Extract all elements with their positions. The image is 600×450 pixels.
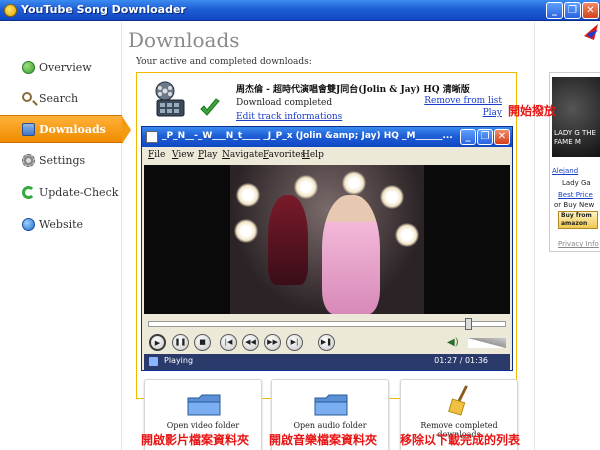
sidebar-item-label: Downloads [39,123,106,136]
playback-time: 01:27 / 01:36 [434,356,488,365]
broom-icon [448,385,468,416]
annotation-open-video: 開啟影片檔案資料夾 [141,433,250,447]
brand-logo-icon [584,24,598,40]
menu-help[interactable]: Help [302,150,324,160]
settings-icon [22,154,35,167]
window-titlebar: YouTube Song Downloader _ ❐ ✕ [0,0,600,21]
minimize-button[interactable]: _ [546,2,563,19]
media-player-window: _P_N__-_W___N_t____ _J_P_x (Jolin &amp; … [141,126,513,371]
button-label: Open video folder [166,421,240,430]
player-controls: ▶ ❚❚ ■ |◀ ◀◀ ▶▶ ▶| ▶❚ ◀) [142,332,512,354]
close-button[interactable]: ✕ [582,2,599,19]
playback-status: Playing [164,356,194,365]
maximize-button[interactable]: ❐ [564,2,581,19]
player-titlebar: _P_N__-_W___N_t____ _J_P_x (Jolin &amp; … [142,127,512,147]
stop-button[interactable]: ■ [194,334,211,351]
window-title: YouTube Song Downloader [21,3,186,16]
page-subtitle: Your active and completed downloads: [136,57,312,67]
ad-artist-name: Lady Ga [562,179,591,187]
menu-play[interactable]: Play [198,150,217,160]
next-button[interactable]: ▶| [286,334,303,351]
buy-from-amazon-button[interactable]: Buy from amazon [558,211,598,229]
stage-light [236,183,260,207]
annotation-open-audio: 開啟音樂檔案資料夾 [269,433,378,447]
menu-file[interactable]: File [148,150,165,160]
player-statusbar: Playing 01:27 / 01:36 [144,354,510,370]
annotation-remove-list: 移除以下載完成的列表 [400,433,521,447]
rewind-button[interactable]: ◀◀ [242,334,259,351]
remove-from-list-link[interactable]: Remove from list [424,96,502,106]
edit-track-link[interactable]: Edit track informations [236,112,342,122]
volume-slider[interactable] [468,338,506,348]
annotation-start-play: 開始撥放 [508,104,557,118]
album-cover-text: LADY G THE FAME M [554,129,596,146]
player-close-button[interactable]: ✕ [494,129,510,145]
download-status: Download completed [236,98,333,108]
globe-icon [22,218,35,231]
film-reel-icon [155,81,185,117]
app-icon [4,4,17,17]
player-app-icon [146,131,158,143]
step-frame-button[interactable]: ▶❚ [318,334,335,351]
sidebar-item-search[interactable]: Search [0,85,122,113]
page-title: Downloads [128,28,240,52]
previous-button[interactable]: |◀ [220,334,237,351]
status-icon [149,357,158,366]
fast-forward-button[interactable]: ▶▶ [264,334,281,351]
sidebar-item-label: Website [39,218,84,231]
folder-icon [314,394,348,416]
sidebar-item-downloads[interactable]: Downloads [0,115,131,144]
menu-view[interactable]: View [172,150,194,160]
completed-check-icon [200,98,220,116]
sidebar-item-overview[interactable]: Overview [0,54,122,82]
performer-center [322,195,380,314]
privacy-info-link[interactable]: Privacy Info [558,240,599,248]
menu-favorites[interactable]: Favorites [263,150,305,160]
volume-icon[interactable]: ◀) [447,337,461,349]
download-title: 周杰倫 - 超時代演唱會雙J同台(Jolin & Jay) HQ 清晰版 [236,85,470,95]
seek-thumb[interactable] [465,318,472,330]
sidebar-item-website[interactable]: Website [0,211,122,239]
sidebar-item-label: Settings [39,154,86,167]
video-frame [230,165,424,314]
album-cover[interactable]: LADY G THE FAME M [552,77,600,157]
pause-button[interactable]: ❚❚ [172,334,189,351]
menu-navigate[interactable]: Navigate [222,150,263,160]
play-link[interactable]: Play [483,108,502,118]
update-icon [22,186,35,199]
video-area[interactable] [144,165,510,314]
player-title: _P_N__-_W___N_t____ _J_P_x (Jolin &amp; … [162,131,453,141]
downloads-icon [22,123,35,136]
play-button[interactable]: ▶ [149,334,166,351]
stage-light [395,223,419,247]
overview-icon [22,61,35,74]
player-maximize-button[interactable]: ❐ [477,129,493,145]
stage-light [234,219,258,243]
player-minimize-button[interactable]: _ [460,129,476,145]
ad-artist-link[interactable]: Alejand [552,167,578,175]
sidebar: Overview Search Downloads Settings Updat… [0,22,131,450]
ad-buy-new: or Buy New [554,201,595,209]
stage-light [294,175,318,199]
sidebar-item-settings[interactable]: Settings [0,147,122,175]
ad-box: LADY G THE FAME M Alejand Lady Ga Best P… [549,72,600,252]
sidebar-item-label: Search [39,92,79,105]
sidebar-item-update-check[interactable]: Update-Check [0,179,122,207]
sidebar-item-label: Overview [39,61,92,74]
button-label: Open audio folder [293,421,367,430]
search-icon [22,92,32,102]
ad-best-price-link[interactable]: Best Price [558,191,593,199]
sidebar-item-label: Update-Check [39,186,119,199]
seek-bar[interactable] [148,318,506,330]
stage-light [380,185,404,209]
folder-icon [187,394,221,416]
performer-left [268,195,308,285]
player-menubar: File View Play Navigate Favorites Help [142,147,512,165]
ad-panel: LADY G THE FAME M Alejand Lady Ga Best P… [534,22,600,450]
stage-light [342,171,366,195]
